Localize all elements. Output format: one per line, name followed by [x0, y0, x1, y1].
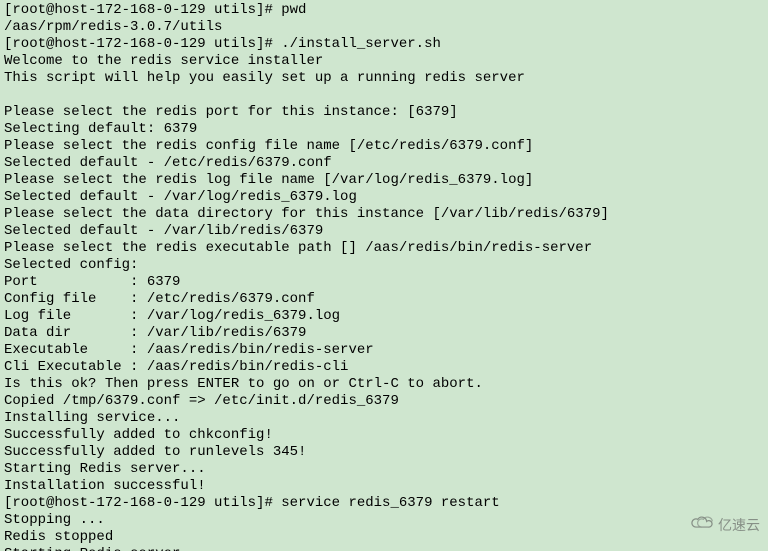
cloud-icon [688, 515, 714, 535]
terminal-output[interactable]: [root@host-172-168-0-129 utils]# pwd /aa… [0, 0, 768, 551]
watermark-text: 亿速云 [718, 517, 760, 534]
watermark: 亿速云 [688, 515, 760, 535]
